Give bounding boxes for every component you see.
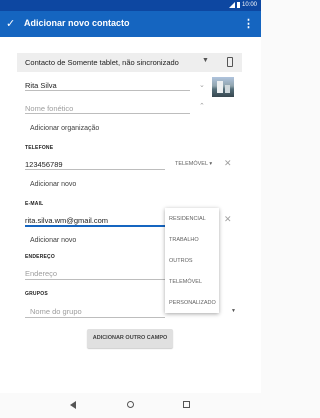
menu-item-trabalho[interactable]: TRABALHO xyxy=(169,237,199,243)
groups-underline xyxy=(25,317,165,318)
signal-icon xyxy=(228,2,235,8)
page-title: Adicionar novo contacto xyxy=(24,18,130,28)
app-toolbar: ✓ Adicionar novo contacto ⋮ xyxy=(0,11,261,37)
dropdown-arrow-icon: ▼ xyxy=(202,57,209,64)
home-icon[interactable] xyxy=(127,401,134,408)
account-selector[interactable]: Contacto de Somente tablet, não sincroni… xyxy=(17,53,242,72)
phone-input[interactable]: 123456789 xyxy=(25,160,63,169)
name-expand-chevron-icon[interactable]: ⌄ xyxy=(199,81,205,89)
check-icon[interactable]: ✓ xyxy=(6,17,15,30)
groups-section-header: GRUPOS xyxy=(25,291,48,297)
phone-underline xyxy=(25,169,165,170)
recents-icon[interactable] xyxy=(183,401,190,408)
email-underline xyxy=(25,225,165,227)
name-underline xyxy=(25,90,190,91)
status-time: 10:00 xyxy=(241,2,257,8)
navigation-bar xyxy=(0,393,261,418)
groups-dropdown-arrow-icon[interactable]: ▼ xyxy=(231,308,236,314)
menu-item-personalizado[interactable]: PERSONALIZADO xyxy=(169,300,216,306)
phonetic-collapse-chevron-icon[interactable]: ⌃ xyxy=(199,102,205,110)
photo-building-shape xyxy=(225,85,230,93)
add-organization-link[interactable]: Adicionar organização xyxy=(30,125,99,132)
account-label: Contacto de Somente tablet, não sincroni… xyxy=(25,58,179,67)
address-underline xyxy=(25,279,165,280)
contact-form: Contacto de Somente tablet, não sincroni… xyxy=(0,37,261,393)
add-another-field-button[interactable]: ADICIONAR OUTRO CAMPO xyxy=(87,329,173,348)
phonetic-name-input[interactable]: Nome fonético xyxy=(25,104,73,113)
battery-icon xyxy=(236,2,240,8)
menu-item-outros[interactable]: OUTROS xyxy=(169,258,193,264)
more-options-icon[interactable]: ⋮ xyxy=(243,17,254,30)
add-phone-link[interactable]: Adicionar novo xyxy=(30,181,76,188)
phone-type-select[interactable]: TELEMÓVEL ▾ xyxy=(175,161,212,167)
remove-phone-icon[interactable]: ✕ xyxy=(224,158,232,169)
address-input[interactable]: Endereço xyxy=(25,269,57,278)
menu-item-telemovel[interactable]: TELEMÓVEL xyxy=(169,279,202,285)
contact-photo[interactable] xyxy=(212,77,234,97)
add-email-link[interactable]: Adicionar novo xyxy=(30,237,76,244)
status-icons: 10:00 xyxy=(228,2,257,8)
email-section-header: E-MAIL xyxy=(25,201,44,207)
groups-select[interactable]: Nome do grupo xyxy=(30,307,82,316)
photo-building-shape xyxy=(217,81,223,93)
remove-email-icon[interactable]: ✕ xyxy=(224,214,232,225)
status-bar: 10:00 xyxy=(0,0,261,11)
back-icon[interactable] xyxy=(70,401,76,409)
phonetic-underline xyxy=(25,113,190,114)
phone-section-header: TELEFONE xyxy=(25,145,54,151)
tablet-icon xyxy=(227,57,233,67)
email-type-menu: RESIDENCIAL TRABALHO OUTROS TELEMÓVEL PE… xyxy=(165,208,219,313)
email-input[interactable]: rita.silva.wm@gmail.com xyxy=(25,216,108,225)
address-section-header: ENDEREÇO xyxy=(25,254,55,260)
menu-item-residencial[interactable]: RESIDENCIAL xyxy=(169,216,206,222)
phone-type-label: TELEMÓVEL xyxy=(175,161,208,167)
name-field[interactable]: Rita Silva xyxy=(25,81,57,90)
